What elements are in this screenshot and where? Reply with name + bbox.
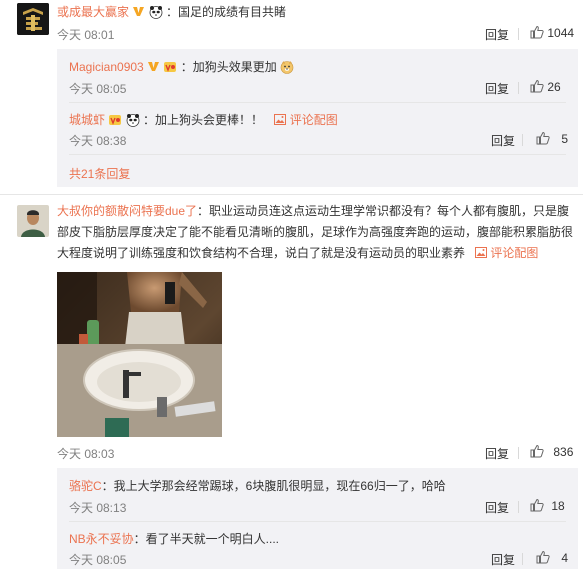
- comment-username[interactable]: 大叔你的额散闷特要due了: [57, 204, 197, 218]
- avatar[interactable]: [17, 205, 49, 237]
- picture-link-label: 评论配图: [490, 246, 539, 260]
- sub-reply-line: 城城虾 ：加上狗头会更棒！！ 评论配图: [69, 111, 338, 128]
- sub-reply-username[interactable]: 城城虾: [69, 113, 105, 127]
- comment-time: 今天 08:03: [57, 447, 115, 461]
- sub-reply-text: ：看了半天就一个明白人....: [133, 532, 280, 546]
- thumbs-up-icon: [530, 79, 544, 93]
- comment-text: ：国足的成绩有目共睹: [166, 5, 287, 19]
- picture-link-label: 评论配图: [289, 113, 338, 127]
- sub-reply-time: 今天 08:05: [69, 553, 127, 567]
- comment-body: 大叔你的额散闷特要due了：职业运动员连这点运动生理学常识都没有？每个人都有腹肌…: [57, 201, 577, 264]
- comment-time: 今天 08:01: [57, 28, 115, 42]
- reply-button[interactable]: 回复: [485, 26, 509, 43]
- like-count: 18: [551, 499, 565, 513]
- sub-reply-username[interactable]: 骆驼C: [69, 479, 102, 493]
- divider: [518, 447, 519, 459]
- like-button[interactable]: 26: [530, 79, 561, 94]
- like-button[interactable]: 836: [530, 444, 573, 459]
- sub-reply-username[interactable]: Magician0903: [69, 60, 144, 74]
- reply-button[interactable]: 回复: [491, 551, 515, 568]
- reply-button[interactable]: 回复: [491, 132, 515, 149]
- vip-badge-icon: [164, 62, 177, 72]
- like-button[interactable]: 4: [536, 550, 568, 565]
- like-count: 836: [553, 445, 574, 459]
- vip-badge-icon: [109, 115, 122, 125]
- like-count: 5: [561, 132, 569, 146]
- divider: [518, 501, 519, 513]
- divider: [522, 553, 523, 565]
- thumbs-up-icon: [530, 25, 544, 39]
- thumbs-up-icon: [530, 444, 544, 458]
- comment-attached-image[interactable]: [57, 272, 222, 437]
- comment-line: 或成最大赢家 ：国足的成绩有目共睹: [57, 3, 286, 20]
- image-icon: [274, 114, 287, 125]
- comment-picture-link[interactable]: 评论配图: [274, 113, 338, 127]
- comment-divider: [0, 194, 583, 195]
- thumbs-up-icon: [536, 131, 550, 145]
- sub-reply-text: ：加狗头效果更加: [180, 60, 277, 74]
- comment-line: 大叔你的额散闷特要due了：职业运动员连这点运动生理学常识都没有？每个人都有腹肌…: [57, 201, 577, 222]
- like-button[interactable]: 5: [536, 131, 568, 146]
- like-count: 1044: [547, 26, 575, 40]
- like-count: 4: [561, 551, 569, 565]
- sub-reply-line: NB永不妥协：看了半天就一个明白人....: [69, 530, 279, 547]
- like-button[interactable]: 1044: [530, 25, 574, 40]
- doge-emoji-icon: [280, 61, 294, 74]
- bathroom-selfie-photo: [57, 272, 222, 437]
- more-replies-link[interactable]: 共21条回复: [69, 165, 130, 182]
- sub-reply-time: 今天 08:13: [69, 501, 127, 515]
- sub-reply-text: ：我上大学那会经常踢球，6块腹肌很明显，现在66归一了，哈哈: [101, 479, 446, 493]
- like-button[interactable]: 18: [530, 498, 565, 513]
- user-avatar-image: [17, 205, 49, 237]
- divider: [69, 154, 566, 155]
- comment-line: 大程度说明了训练强度和饮食结构不合理，说白了就是没有运动员的职业素养 评论配图: [57, 243, 577, 264]
- sub-reply-time: 今天 08:38: [69, 134, 127, 148]
- divider: [69, 102, 566, 103]
- sub-reply-line: Magician0903 ：加狗头效果更加: [69, 58, 294, 75]
- avatar[interactable]: [17, 3, 49, 35]
- user-avatar-image: [17, 3, 49, 35]
- comment-text: ：职业运动员连这点运动生理学常识都没有？每个人都有腹肌，只是腹: [197, 204, 570, 218]
- comment-username[interactable]: 或成最大赢家: [57, 5, 129, 19]
- sub-reply-line: 骆驼C：我上大学那会经常踢球，6块腹肌很明显，现在66归一了，哈哈: [69, 477, 446, 494]
- panda-emoji-icon: [149, 6, 163, 19]
- divider: [518, 28, 519, 40]
- reply-button[interactable]: 回复: [485, 445, 509, 462]
- image-icon: [475, 247, 488, 258]
- comment-text: 部皮下脂肪层厚度决定了能不能看见清晰的腹肌，足球作为高强度奔跑的运动，腹部能积累…: [57, 225, 574, 239]
- thumbs-up-icon: [530, 498, 544, 512]
- like-count: 26: [547, 80, 561, 94]
- divider: [69, 521, 566, 522]
- sub-reply-text: ：加上狗头会更棒！！: [143, 113, 264, 127]
- reply-button[interactable]: 回复: [485, 80, 509, 97]
- sub-reply-time: 今天 08:05: [69, 82, 127, 96]
- sub-reply-username[interactable]: NB永不妥协: [69, 532, 134, 546]
- divider: [522, 134, 523, 146]
- comment-text: 大程度说明了训练强度和饮食结构不合理，说白了就是没有运动员的职业素养: [57, 246, 466, 260]
- panda-emoji-icon: [126, 114, 140, 127]
- divider: [518, 82, 519, 94]
- verified-v-icon: [133, 7, 145, 16]
- comment-picture-link[interactable]: 评论配图: [475, 246, 538, 260]
- reply-button[interactable]: 回复: [485, 499, 509, 516]
- thumbs-up-icon: [536, 550, 550, 564]
- verified-v-icon: [148, 62, 160, 71]
